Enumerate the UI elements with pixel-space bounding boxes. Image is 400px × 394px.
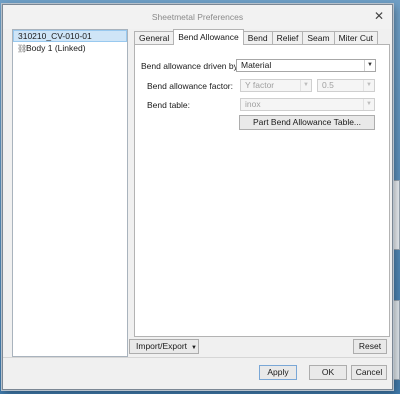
link-icon: ⛓	[17, 44, 28, 53]
bend-table-select[interactable]: inox ▼	[240, 98, 375, 111]
ok-button[interactable]: OK	[309, 365, 347, 380]
driven-by-select[interactable]: Material ▼	[236, 59, 376, 72]
tab-strip: General Bend Allowance Bend Relief Seam …	[134, 29, 394, 45]
tree-item-part[interactable]: 310210_CV-010-01	[13, 30, 127, 42]
bend-table-label: Bend table:	[147, 100, 191, 110]
tab-bend-allowance[interactable]: Bend Allowance	[173, 29, 244, 45]
tab-relief[interactable]: Relief	[271, 31, 304, 45]
tab-miter-cut[interactable]: Miter Cut	[333, 31, 379, 45]
import-export-button[interactable]: Import/Export ▼	[129, 339, 199, 354]
import-export-label: Import/Export	[136, 341, 188, 351]
chevron-down-icon: ▼	[300, 80, 311, 91]
tab-seam[interactable]: Seam	[302, 31, 335, 45]
factor-type-select[interactable]: Y factor ▼	[240, 79, 312, 92]
chevron-down-icon: ▼	[364, 60, 375, 71]
tab-general[interactable]: General	[134, 31, 175, 45]
bend-table-value: inox	[245, 99, 261, 109]
close-icon[interactable]: ✕	[372, 9, 386, 23]
chevron-down-icon: ▼	[363, 80, 374, 91]
factor-label: Bend allowance factor:	[147, 81, 233, 91]
tree-item-label: Body 1 (Linked)	[26, 43, 86, 53]
factor-value: 0.5	[322, 80, 334, 90]
driven-by-value: Material	[241, 60, 272, 70]
footer-divider	[3, 357, 392, 358]
title-bar: Sheetmetal Preferences ✕	[3, 5, 392, 29]
tree-item-body[interactable]: ⛓Body 1 (Linked)	[13, 42, 127, 54]
part-bend-allowance-table-button[interactable]: Part Bend Allowance Table...	[239, 115, 375, 130]
tab-bend[interactable]: Bend	[242, 31, 273, 45]
chevron-down-icon: ▼	[363, 99, 374, 110]
reset-button[interactable]: Reset	[353, 339, 387, 354]
cancel-button[interactable]: Cancel	[351, 365, 387, 380]
apply-button[interactable]: Apply	[259, 365, 297, 380]
tree-item-label: 310210_CV-010-01	[18, 31, 92, 41]
window-title: Sheetmetal Preferences	[151, 12, 244, 22]
chevron-down-icon: ▼	[191, 345, 197, 351]
factor-type-value: Y factor	[245, 80, 275, 90]
driven-by-label: Bend allowance driven by:	[141, 61, 241, 71]
sheetmetal-preferences-dialog: Sheetmetal Preferences ✕ 310210_CV-010-0…	[2, 4, 393, 390]
model-tree[interactable]: 310210_CV-010-01 ⛓Body 1 (Linked)	[12, 29, 128, 357]
bend-allowance-page: Bend allowance driven by: Material ▼ Ben…	[134, 44, 390, 337]
factor-value-select[interactable]: 0.5 ▼	[317, 79, 375, 92]
